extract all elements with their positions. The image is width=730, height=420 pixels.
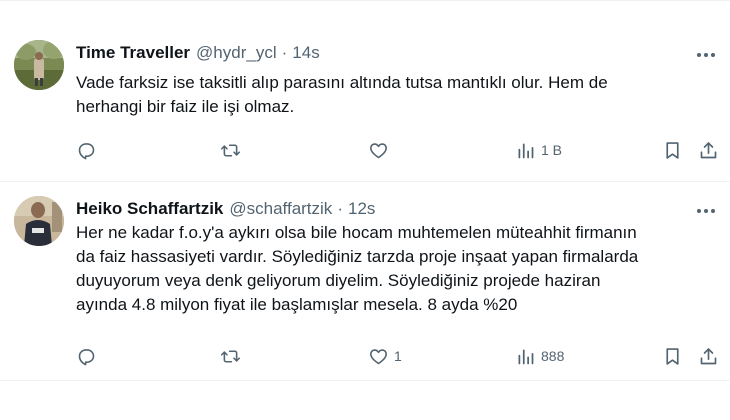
tweet-header: Time Traveller @hydr_ycl · 14s xyxy=(76,42,320,64)
share-icon xyxy=(700,347,717,364)
share-button[interactable] xyxy=(698,344,719,368)
bookmark-button[interactable] xyxy=(662,344,683,368)
tweet-text-line: da faiz hassasiyeti vardır. Söylediğiniz… xyxy=(76,247,639,266)
like-button[interactable]: 1 xyxy=(368,344,402,368)
like-button[interactable] xyxy=(368,138,394,162)
bookmark-button[interactable] xyxy=(662,138,683,162)
share-icon xyxy=(700,141,717,158)
tweet-text: Vade farksiz ise taksitli alıp parasını … xyxy=(76,71,716,119)
views-icon xyxy=(518,349,534,364)
like-count: 1 xyxy=(394,348,402,364)
bookmark-icon xyxy=(666,347,679,365)
reply-button[interactable] xyxy=(76,344,102,368)
tweet-text-line: Her ne kadar f.o.y'a aykırı olsa bile ho… xyxy=(76,223,637,242)
timestamp[interactable]: 12s xyxy=(348,199,375,219)
reply-button[interactable] xyxy=(76,138,102,162)
display-name[interactable]: Heiko Schaffartzik xyxy=(76,199,223,219)
more-icon[interactable] xyxy=(694,200,718,222)
bottom-divider xyxy=(0,380,730,381)
tweet-text: Her ne kadar f.o.y'a aykırı olsa bile ho… xyxy=(76,221,716,317)
display-name[interactable]: Time Traveller xyxy=(76,43,190,63)
views-icon xyxy=(518,143,534,158)
views-button[interactable]: 1 B xyxy=(515,138,562,162)
tweet-text-line: duyuyorum veya denk geliyorum diyelim. S… xyxy=(76,271,601,290)
bookmark-icon xyxy=(666,141,679,159)
tweet[interactable]: Time Traveller @hydr_ycl · 14s Vade fark… xyxy=(0,0,730,181)
tweet-header: Heiko Schaffartzik @schaffartzik · 12s xyxy=(76,198,375,220)
reply-icon xyxy=(78,348,95,365)
separator-dot: · xyxy=(281,43,288,62)
action-bar: 1 B xyxy=(76,138,724,162)
heart-icon xyxy=(370,348,387,364)
timestamp[interactable]: 14s xyxy=(292,43,319,63)
user-handle[interactable]: @hydr_ycl xyxy=(196,43,277,63)
reply-icon xyxy=(78,142,95,159)
user-handle[interactable]: @schaffartzik xyxy=(229,199,332,219)
avatar[interactable] xyxy=(14,40,64,90)
heart-icon xyxy=(370,142,387,158)
more-icon[interactable] xyxy=(694,44,718,66)
tweet-text-line: Vade farksiz ise taksitli alıp parasını … xyxy=(76,73,608,92)
action-bar: 1 888 xyxy=(76,344,724,368)
tweet-text-line: ayında 4.8 milyon fiyat ile başlamışlar … xyxy=(76,295,518,314)
retweet-icon xyxy=(220,143,241,157)
avatar[interactable] xyxy=(14,196,64,246)
share-button[interactable] xyxy=(698,138,719,162)
retweet-icon xyxy=(220,349,241,363)
views-button[interactable]: 888 xyxy=(515,344,564,368)
views-count: 1 B xyxy=(541,142,563,158)
retweet-button[interactable] xyxy=(220,344,246,368)
views-count: 888 xyxy=(541,348,565,364)
separator-dot: · xyxy=(337,199,343,218)
retweet-button[interactable] xyxy=(220,138,246,162)
tweet[interactable]: Heiko Schaffartzik @schaffartzik · 12s H… xyxy=(0,182,730,380)
tweet-text-line: herhangi bir faiz ile işi olmaz. xyxy=(76,97,295,116)
